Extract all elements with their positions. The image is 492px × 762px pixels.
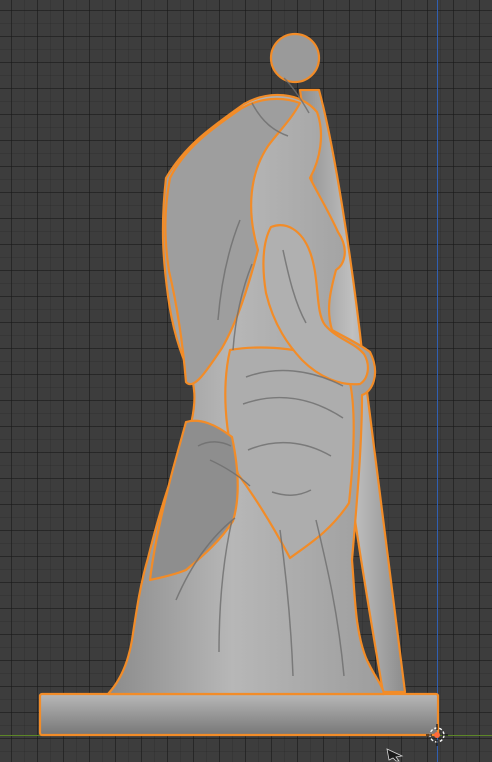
3d-viewport[interactable] bbox=[0, 0, 492, 762]
mouse-arrow-icon bbox=[386, 748, 404, 762]
selected-figure-model[interactable] bbox=[0, 0, 492, 762]
3d-cursor-icon[interactable] bbox=[426, 724, 448, 746]
figure-silhouette bbox=[38, 32, 440, 737]
staff-orb bbox=[269, 32, 321, 84]
round-base bbox=[38, 692, 440, 737]
